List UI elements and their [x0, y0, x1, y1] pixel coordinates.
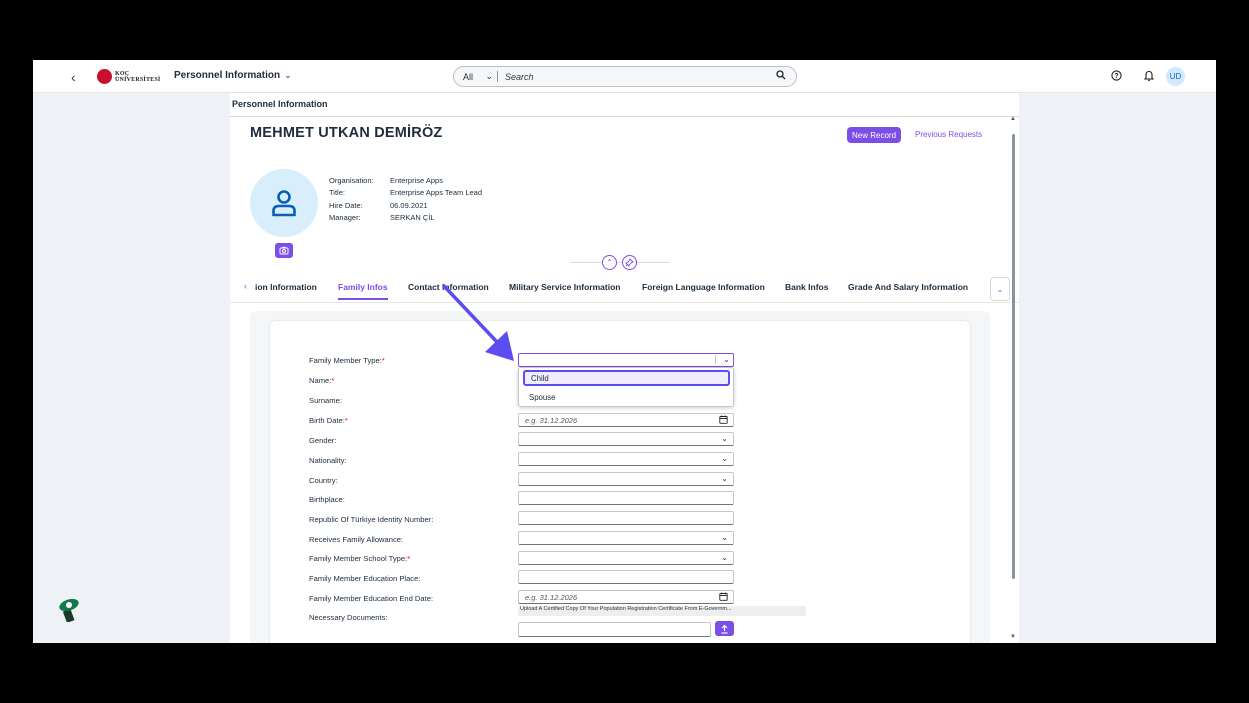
employee-name: MEHMET UTKAN DEMİRÖZ [250, 125, 443, 141]
chevron-down-icon: ⌄ [721, 474, 728, 483]
label-identity-number: Republic Of Türkiye Identity Number: [309, 515, 434, 524]
shell-bar: ‹ KOÇ ÜNİVERSİTESİ Personnel Information ⌄… [33, 60, 1216, 93]
family-member-type-options: Child Spouse [518, 367, 734, 407]
company-logo[interactable]: KOÇ ÜNİVERSİTESİ [97, 69, 160, 84]
chevron-down-icon: ⌄ [284, 70, 292, 80]
pin-icon [625, 258, 634, 267]
birth-date-picker[interactable]: e.g. 31.12.2026 [518, 413, 734, 427]
label-receives-family-allowance: Receives Family Allowance: [309, 535, 404, 544]
tab-bank-infos[interactable]: Bank Infos [785, 282, 828, 292]
chevron-down-icon: ⌄ [721, 533, 728, 542]
label-necessary-documents: Necessary Documents: [309, 613, 388, 622]
svg-text:?: ? [1114, 73, 1118, 80]
scroll-up-icon[interactable]: ▲ [1010, 116, 1016, 122]
previous-requests-link[interactable]: Previous Requests [915, 130, 982, 139]
family-member-type-select[interactable]: ⌄ [518, 353, 734, 367]
country-select[interactable]: ⌄ [518, 472, 734, 486]
chevron-down-icon: ⌄ [485, 71, 493, 81]
tab-contact-information[interactable]: Contact Information [408, 282, 489, 292]
person-icon [272, 190, 296, 217]
chevron-down-icon: ⌄ [721, 454, 728, 463]
label-birthplace: Birthplace: [309, 495, 345, 504]
page-title: Personnel Information [232, 99, 328, 109]
upload-button[interactable] [715, 621, 734, 636]
chevron-down-icon: ⌄ [996, 284, 1004, 294]
option-child[interactable]: Child [523, 370, 730, 386]
tab-military-service-information[interactable]: Military Service Information [509, 282, 620, 292]
label-education-place: Family Member Education Place: [309, 574, 421, 583]
tab-family-infos[interactable]: Family Infos [338, 282, 388, 292]
label-family-member-type: Family Member Type:* [309, 356, 385, 365]
school-type-select[interactable]: ⌄ [518, 551, 734, 565]
collapse-header-button[interactable]: ⌃ [602, 255, 617, 270]
tab-personal-information[interactable]: ion Information [255, 282, 317, 292]
calendar-icon[interactable] [719, 415, 728, 426]
tab-grade-and-salary-information[interactable]: Grade And Salary Information [848, 282, 968, 292]
avatar [250, 169, 318, 237]
help-icon[interactable]: ? [1111, 70, 1122, 84]
search-icon[interactable] [776, 70, 786, 83]
user-avatar[interactable]: UD [1166, 67, 1185, 86]
option-spouse[interactable]: Spouse [523, 389, 730, 405]
active-tab-indicator [338, 298, 388, 300]
search-scope-select[interactable]: All ⌄ [454, 71, 498, 82]
bell-icon[interactable] [1143, 70, 1155, 84]
label-surname: Surname: [309, 396, 342, 405]
label-nationality: Nationality: [309, 456, 347, 465]
label-gender: Gender: [309, 436, 337, 445]
camera-icon[interactable] [275, 243, 293, 258]
education-end-date-picker[interactable]: e.g. 31.12.2026 [518, 590, 734, 604]
chevron-up-icon: ⌃ [606, 258, 613, 267]
chevron-down-icon: ⌄ [721, 553, 728, 562]
label-school-type: Family Member School Type:* [309, 554, 411, 563]
info-row-title: Title: Enterprise Apps Team Lead [329, 188, 483, 198]
documents-upload-field[interactable] [518, 622, 711, 637]
back-icon[interactable]: ‹ [71, 69, 76, 85]
floating-assistant-icon[interactable] [55, 596, 81, 627]
identity-number-input[interactable] [518, 511, 734, 525]
label-birth-date: Birth Date:* [309, 416, 348, 425]
app-title-menu[interactable]: Personnel Information ⌄ [174, 70, 292, 81]
search-field[interactable]: All ⌄ Search [453, 66, 797, 87]
chevron-down-icon[interactable]: ⌄ [715, 355, 733, 364]
info-row-hire-date: Hire Date: 06.09.2021 [329, 200, 428, 210]
upload-icon [721, 624, 728, 634]
tab-bar: ‹ ion Information Family Infos Contact I… [230, 277, 1019, 301]
education-place-input[interactable] [518, 570, 734, 584]
new-record-button[interactable]: New Record [847, 127, 902, 143]
label-country: Country: [309, 476, 338, 485]
nationality-select[interactable]: ⌄ [518, 452, 734, 466]
search-input[interactable]: Search [505, 72, 776, 82]
scrollbar-thumb[interactable] [1012, 134, 1015, 579]
tab-foreign-language-information[interactable]: Foreign Language Information [642, 282, 765, 292]
pin-header-button[interactable] [622, 255, 637, 270]
label-name: Name:* [309, 376, 335, 385]
gender-select[interactable]: ⌄ [518, 432, 734, 446]
scroll-down-icon[interactable]: ▼ [1010, 634, 1016, 640]
family-allowance-select[interactable]: ⌄ [518, 531, 734, 545]
info-row-organisation: Organisation: Enterprise Apps [329, 176, 443, 185]
label-education-end-date: Family Member Education End Date: [309, 594, 434, 603]
documents-hint: Upload A Certified Copy Of Your Populati… [518, 606, 806, 616]
logo-emblem-icon [97, 69, 112, 84]
chevron-left-icon[interactable]: ‹ [244, 281, 247, 291]
info-row-manager: Manager: SERKAN ÇİL [329, 212, 435, 222]
chevron-down-icon: ⌄ [721, 434, 728, 443]
employee-info: Organisation: Enterprise Apps Title: Enter… [329, 175, 482, 224]
birthplace-input[interactable] [518, 491, 734, 505]
tab-overflow-button[interactable]: ⌄ [990, 277, 1010, 301]
calendar-icon[interactable] [719, 592, 728, 603]
